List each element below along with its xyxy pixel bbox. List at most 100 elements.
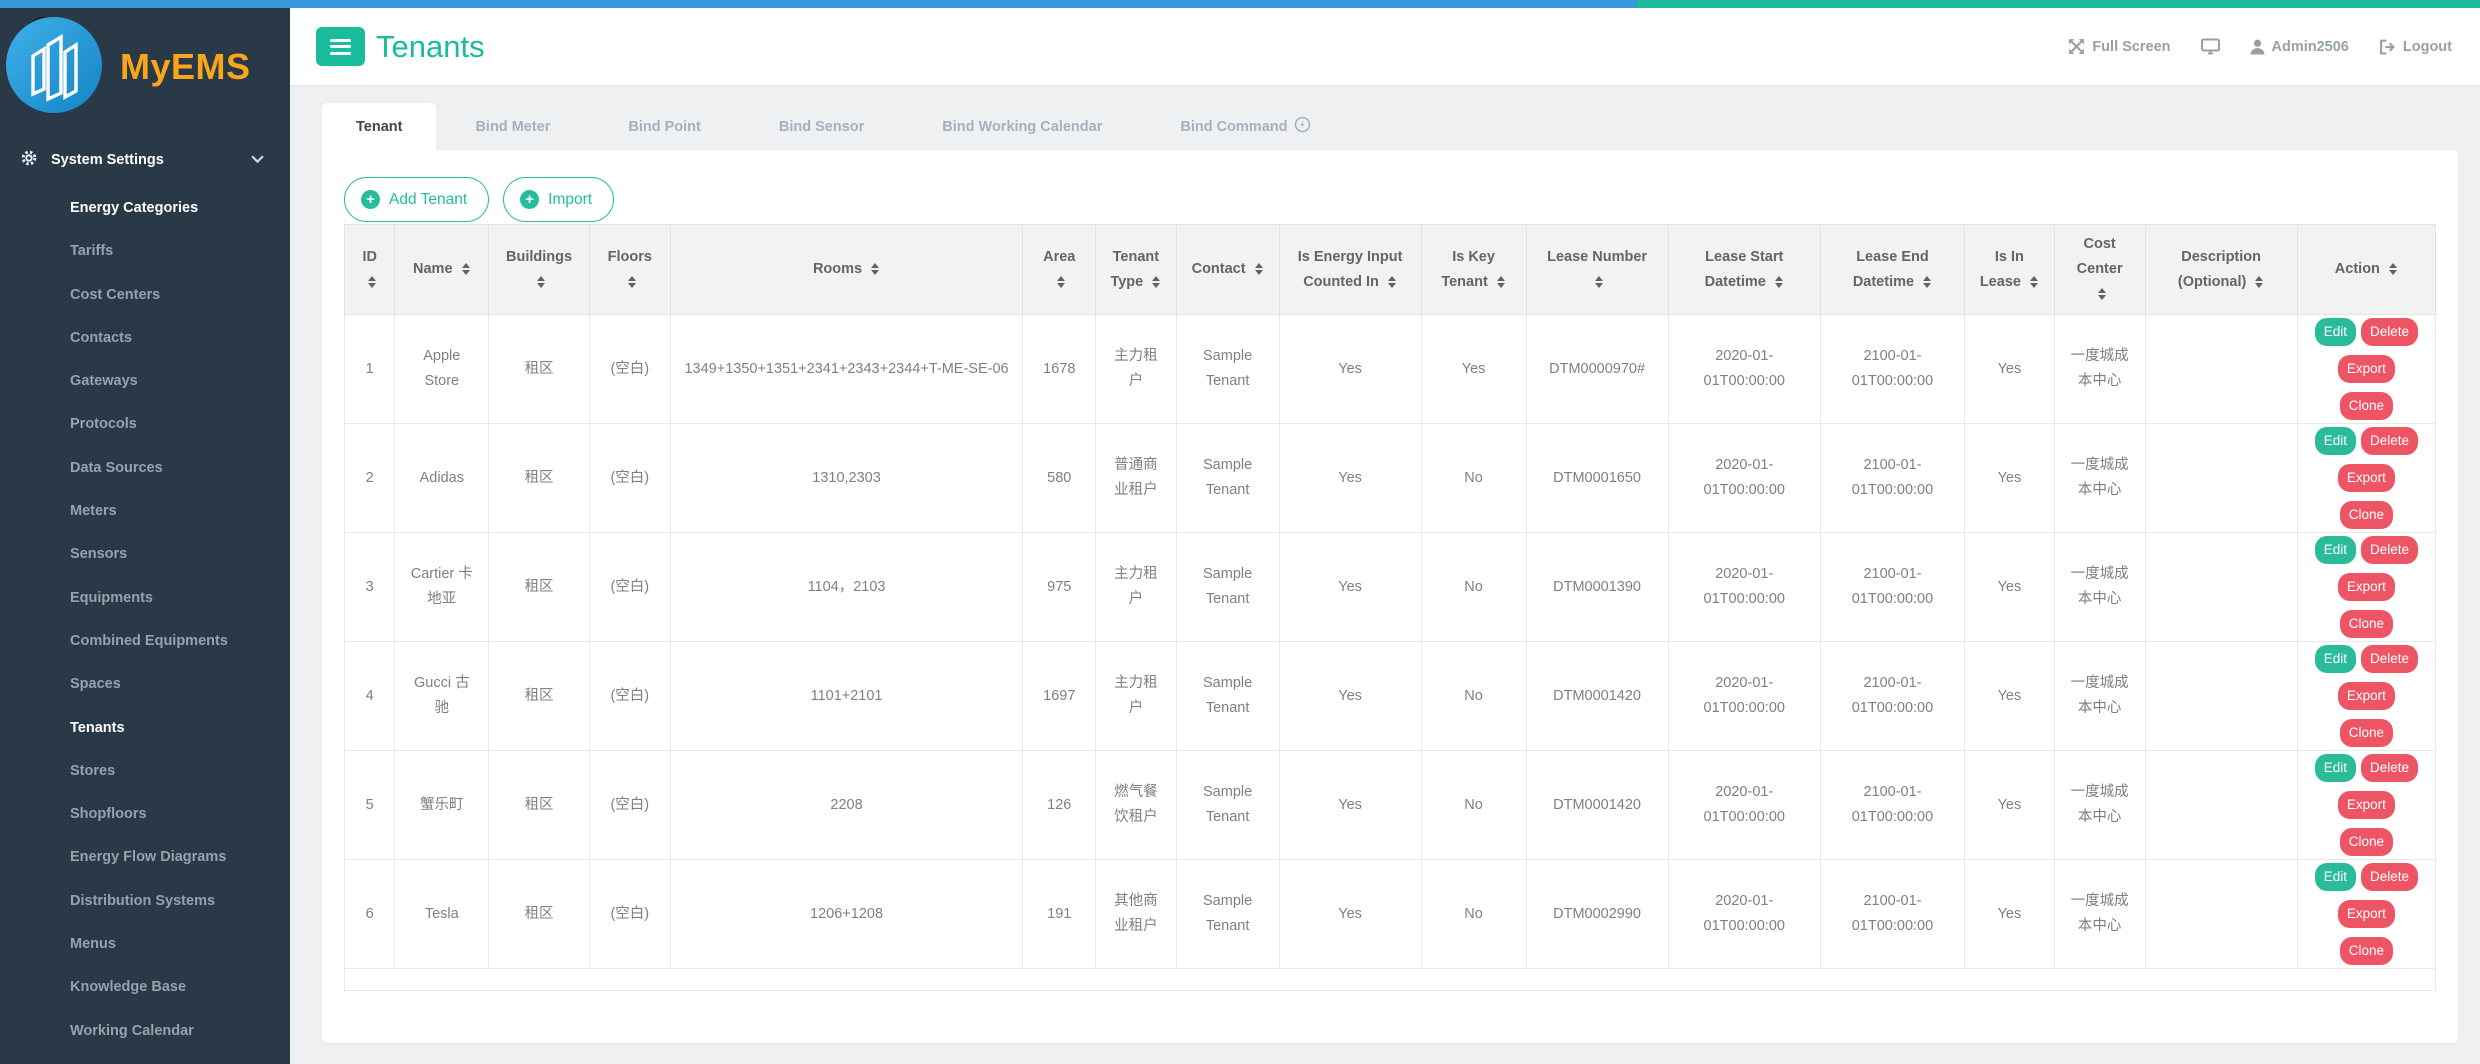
clone-button[interactable]: Clone bbox=[2340, 392, 2393, 420]
clone-button[interactable]: Clone bbox=[2340, 610, 2393, 638]
logo[interactable]: MyEMS bbox=[0, 8, 290, 119]
column-header-rooms[interactable]: Rooms bbox=[670, 225, 1023, 315]
delete-button[interactable]: Delete bbox=[2361, 427, 2418, 455]
column-header-tenant-type[interactable]: Tenant Type bbox=[1096, 225, 1177, 315]
sidebar-item-tenants[interactable]: Tenants bbox=[0, 707, 290, 750]
page-title: Tenants bbox=[376, 29, 485, 65]
gear-icon bbox=[20, 149, 38, 171]
export-button[interactable]: Export bbox=[2338, 791, 2395, 819]
delete-button[interactable]: Delete bbox=[2361, 863, 2418, 891]
export-button[interactable]: Export bbox=[2338, 464, 2395, 492]
table-cell: 普通商业租户 bbox=[1096, 424, 1177, 533]
delete-button[interactable]: Delete bbox=[2361, 536, 2418, 564]
delete-button[interactable]: Delete bbox=[2361, 754, 2418, 782]
table-cell: 一度城成本中心 bbox=[2054, 751, 2145, 860]
edit-button[interactable]: Edit bbox=[2315, 427, 2356, 455]
sidebar-item-protocols[interactable]: Protocols bbox=[0, 403, 290, 446]
tab-bind-meter[interactable]: Bind Meter bbox=[436, 103, 589, 150]
hamburger-icon bbox=[330, 39, 351, 42]
table-cell: 1104，2103 bbox=[670, 533, 1023, 642]
export-button[interactable]: Export bbox=[2338, 900, 2395, 928]
delete-button[interactable]: Delete bbox=[2361, 645, 2418, 673]
export-button[interactable]: Export bbox=[2338, 682, 2395, 710]
sidebar-item-distribution-systems[interactable]: Distribution Systems bbox=[0, 880, 290, 923]
fullscreen-button[interactable]: Full Screen bbox=[2068, 38, 2170, 55]
table-cell: Sample Tenant bbox=[1176, 315, 1279, 424]
sidebar-item-knowledge-base[interactable]: Knowledge Base bbox=[0, 966, 290, 1009]
import-button[interactable]: + Import bbox=[503, 177, 614, 222]
action-buttons: EditDelete Export Clone bbox=[2310, 427, 2423, 529]
column-label: Lease Number bbox=[1547, 249, 1647, 265]
table-cell: 租区 bbox=[489, 751, 590, 860]
column-header-is-in-lease[interactable]: Is In Lease bbox=[1965, 225, 2055, 315]
table-cell: Yes bbox=[1279, 533, 1421, 642]
column-header-name[interactable]: Name bbox=[395, 225, 489, 315]
table-cell: 2020-01-01T00:00:00 bbox=[1668, 533, 1820, 642]
sidebar-item-spaces[interactable]: Spaces bbox=[0, 663, 290, 706]
edit-button[interactable]: Edit bbox=[2315, 318, 2356, 346]
edit-button[interactable]: Edit bbox=[2315, 754, 2356, 782]
edit-button[interactable]: Edit bbox=[2315, 863, 2356, 891]
sidebar-item-sensors[interactable]: Sensors bbox=[0, 533, 290, 576]
sidebar-section-system-settings[interactable]: System Settings bbox=[0, 149, 290, 171]
export-button[interactable]: Export bbox=[2338, 573, 2395, 601]
column-header-floors[interactable]: Floors bbox=[589, 225, 670, 315]
column-header-is-key-tenant[interactable]: Is Key Tenant bbox=[1421, 225, 1526, 315]
sidebar-item-tariffs[interactable]: Tariffs bbox=[0, 230, 290, 273]
sidebar-item-shopfloors[interactable]: Shopfloors bbox=[0, 793, 290, 836]
sidebar-item-gateways[interactable]: Gateways bbox=[0, 360, 290, 403]
table-cell: Yes bbox=[1965, 751, 2055, 860]
top-accent-strip bbox=[0, 0, 2480, 8]
column-header-lease-end-datetime[interactable]: Lease End Datetime bbox=[1820, 225, 1964, 315]
column-header-is-energy-input-counted-in[interactable]: Is Energy Input Counted In bbox=[1279, 225, 1421, 315]
sort-icon bbox=[368, 276, 377, 288]
clone-button[interactable]: Clone bbox=[2340, 937, 2393, 965]
sidebar: MyEMS System Settings Energy CategoriesT… bbox=[0, 8, 290, 1064]
sidebar-item-energy-flow-diagrams[interactable]: Energy Flow Diagrams bbox=[0, 836, 290, 879]
tab-bind-working-calendar[interactable]: Bind Working Calendar bbox=[903, 103, 1141, 150]
logout-button[interactable]: Logout bbox=[2379, 39, 2452, 55]
sidebar-item-combined-equipments[interactable]: Combined Equipments bbox=[0, 620, 290, 663]
table-cell: Yes bbox=[1279, 751, 1421, 860]
sidebar-item-working-calendar[interactable]: Working Calendar bbox=[0, 1010, 290, 1053]
column-header-description-optional[interactable]: Description (Optional) bbox=[2145, 225, 2297, 315]
sidebar-item-data-sources[interactable]: Data Sources bbox=[0, 447, 290, 490]
export-button[interactable]: Export bbox=[2338, 355, 2395, 383]
tab-bind-command[interactable]: Bind Command bbox=[1141, 103, 1350, 150]
sidebar-item-energy-categories[interactable]: Energy Categories bbox=[0, 187, 290, 230]
column-header-lease-number[interactable]: Lease Number bbox=[1526, 225, 1668, 315]
table-row: 1Apple Store租区(空白)1349+1350+1351+2341+23… bbox=[345, 315, 2436, 424]
sidebar-toggle-button[interactable] bbox=[316, 27, 365, 66]
column-header-id[interactable]: ID bbox=[345, 225, 395, 315]
table-cell: Yes bbox=[1279, 315, 1421, 424]
display-button[interactable] bbox=[2201, 38, 2220, 55]
topbar-actions: Full Screen Admin2506 bbox=[2068, 38, 2452, 55]
column-header-buildings[interactable]: Buildings bbox=[489, 225, 590, 315]
delete-button[interactable]: Delete bbox=[2361, 318, 2418, 346]
user-menu[interactable]: Admin2506 bbox=[2250, 39, 2349, 55]
sidebar-item-stores[interactable]: Stores bbox=[0, 750, 290, 793]
add-tenant-button[interactable]: + Add Tenant bbox=[344, 177, 489, 222]
sidebar-item-menus[interactable]: Menus bbox=[0, 923, 290, 966]
tab-bind-point[interactable]: Bind Point bbox=[589, 103, 740, 150]
sidebar-item-cost-centers[interactable]: Cost Centers bbox=[0, 274, 290, 317]
clone-button[interactable]: Clone bbox=[2340, 719, 2393, 747]
action-buttons: EditDelete Export Clone bbox=[2310, 318, 2423, 420]
column-header-lease-start-datetime[interactable]: Lease Start Datetime bbox=[1668, 225, 1820, 315]
column-header-action[interactable]: Action bbox=[2297, 225, 2435, 315]
sidebar-item-contacts[interactable]: Contacts bbox=[0, 317, 290, 360]
column-header-contact[interactable]: Contact bbox=[1176, 225, 1279, 315]
tab-tenant[interactable]: Tenant bbox=[322, 103, 436, 150]
table-cell: (空白) bbox=[589, 424, 670, 533]
sidebar-item-meters[interactable]: Meters bbox=[0, 490, 290, 533]
edit-button[interactable]: Edit bbox=[2315, 645, 2356, 673]
column-header-cost-center[interactable]: Cost Center bbox=[2054, 225, 2145, 315]
tab-bind-sensor[interactable]: Bind Sensor bbox=[740, 103, 903, 150]
clone-button[interactable]: Clone bbox=[2340, 501, 2393, 529]
sidebar-item-equipments[interactable]: Equipments bbox=[0, 577, 290, 620]
table-cell bbox=[2145, 642, 2297, 751]
column-header-area[interactable]: Area bbox=[1023, 225, 1096, 315]
edit-button[interactable]: Edit bbox=[2315, 536, 2356, 564]
sidebar-menu: Energy CategoriesTariffsCost CentersCont… bbox=[0, 187, 290, 1053]
clone-button[interactable]: Clone bbox=[2340, 828, 2393, 856]
